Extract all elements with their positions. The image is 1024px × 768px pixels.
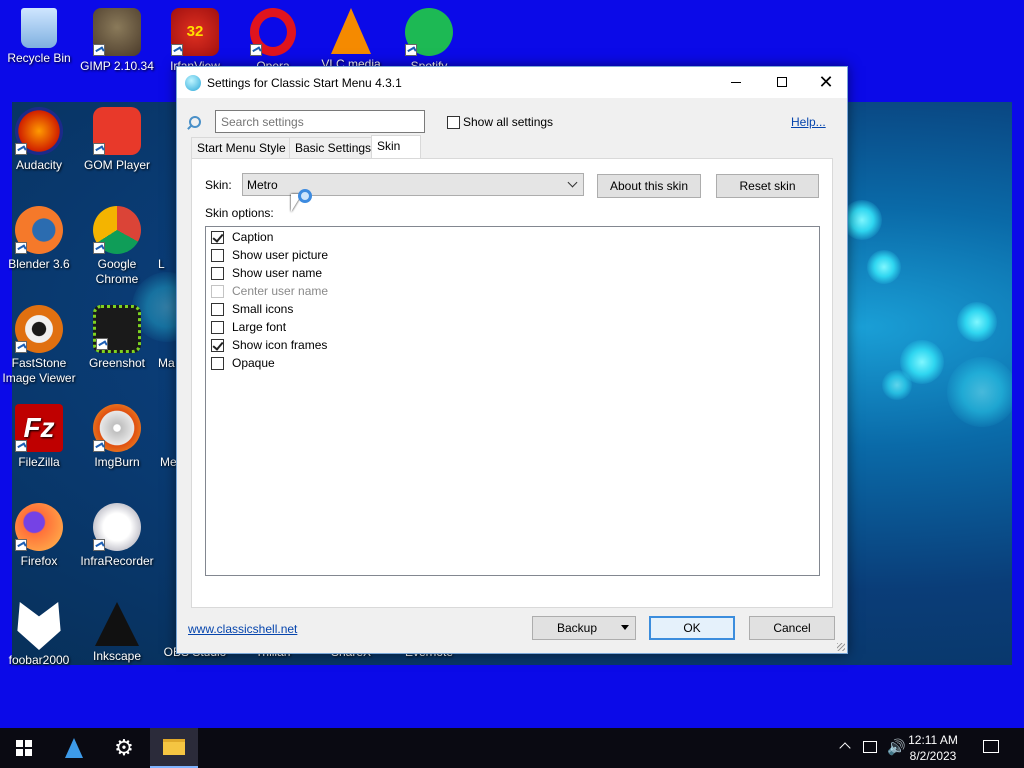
help-link[interactable]: Help... [791,115,826,129]
gear-icon: ⚙ [114,735,134,760]
option-checkbox [211,284,224,298]
close-icon: ✕ [818,72,834,92]
option-center-user-name: Center user name [211,282,328,300]
option-checkbox[interactable] [211,320,224,334]
audacity-icon [15,107,63,155]
chevron-up-icon[interactable] [839,742,851,754]
backup-button[interactable]: Backup [532,616,636,640]
desktop-icon-greenshot[interactable]: Greenshot [78,305,156,371]
skin-options-list[interactable]: Caption Show user picture Show user name… [205,226,820,576]
firefox-icon [15,503,63,551]
taskbar-settings[interactable]: ⚙ [100,728,148,768]
title-bar[interactable]: Settings for Classic Start Menu 4.3.1 ✕ [177,67,847,98]
desktop-icon-imgburn[interactable]: ImgBurn [78,404,156,470]
maximize-button[interactable] [759,67,805,97]
filezilla-icon: Fz [15,404,63,452]
minimize-button[interactable] [713,67,759,97]
imgburn-icon [93,404,141,452]
system-clock[interactable]: 12:11 AM 8/2/2023 [898,732,968,764]
opera-icon [250,8,296,56]
foobar2000-icon [17,602,61,650]
desktop-icon-spotify[interactable]: Spotify [390,8,468,74]
desktop-icon-recycle-bin[interactable]: Recycle Bin [0,8,78,66]
option-show-user-name[interactable]: Show user name [211,264,322,282]
skin-label: Skin: [205,178,232,192]
folder-icon [163,739,185,755]
option-large-font[interactable]: Large font [211,318,286,336]
ok-button[interactable]: OK [649,616,735,640]
desktop-icon-filezilla[interactable]: Fz FileZilla [0,404,78,470]
recycle-bin-icon [21,8,57,48]
option-checkbox[interactable] [211,338,224,352]
option-opaque[interactable]: Opaque [211,354,275,372]
desktop-icon-blender[interactable]: Blender 3.6 [0,206,78,272]
option-checkbox[interactable] [211,356,224,370]
reset-skin-button[interactable]: Reset skin [716,174,819,198]
classic-shell-icon [65,738,83,758]
show-all-settings-checkbox[interactable]: Show all settings [447,115,553,129]
taskbar-file-explorer[interactable] [150,728,198,768]
option-small-icons[interactable]: Small icons [211,300,293,318]
skin-tab-panel: Skin: Metro About this skin Reset skin S… [191,158,833,608]
greenshot-icon [93,305,141,353]
tab-basic-settings[interactable]: Basic Settings [289,137,378,159]
desktop-icon-chrome[interactable]: Google Chrome [78,206,156,287]
desktop-icon-foobar2000[interactable]: foobar2000 [0,602,78,668]
option-checkbox[interactable] [211,302,224,316]
gimp-icon [93,8,141,56]
show-all-checkbox-box[interactable] [447,115,460,129]
desktop-icon-inkscape[interactable]: Inkscape [78,602,156,664]
settings-window: Settings for Classic Start Menu 4.3.1 ✕ … [176,66,848,654]
option-caption[interactable]: Caption [211,228,273,246]
desktop-icon-firefox[interactable]: Firefox [0,503,78,569]
option-checkbox[interactable] [211,248,224,262]
windows-icon [16,740,32,756]
start-button[interactable] [0,728,48,768]
window-title: Settings for Classic Start Menu 4.3.1 [207,75,402,90]
desktop-icon-opera[interactable]: Opera [234,8,312,74]
network-icon[interactable] [863,741,877,753]
chrome-icon [93,206,141,254]
search-input[interactable] [215,110,425,133]
app-icon [185,74,201,91]
dropdown-arrow-icon [621,625,629,630]
option-show-user-picture[interactable]: Show user picture [211,246,328,264]
skin-options-label: Skin options: [205,206,274,220]
cancel-button[interactable]: Cancel [749,616,835,640]
chevron-down-icon [567,177,578,188]
close-button[interactable]: ✕ [803,67,849,97]
about-skin-button[interactable]: About this skin [597,174,701,198]
irfanview-icon: 32 [171,8,219,56]
busy-cursor-icon [298,189,312,203]
desktop-icon-gimp[interactable]: GIMP 2.10.34 [78,8,156,74]
desktop-icon-faststone[interactable]: FastStone Image Viewer [0,305,78,386]
desktop-icon-partial-1[interactable]: L [158,257,178,272]
tab-start-menu-style[interactable]: Start Menu Style [191,137,292,159]
infrarecorder-icon [93,503,141,551]
desktop-icon-gom-player[interactable]: GOM Player [78,107,156,173]
inkscape-icon [95,602,139,646]
taskbar: ⚙ 🔊 12:11 AM 8/2/2023 [0,728,1024,768]
faststone-icon [15,305,63,353]
vlc-icon [331,8,371,54]
resize-grip-icon[interactable] [837,643,845,651]
desktop-icon-vlc[interactable]: VLC media [312,8,390,72]
notification-icon[interactable] [983,740,999,753]
taskbar-classic-shell[interactable] [50,728,98,768]
option-show-icon-frames[interactable]: Show icon frames [211,336,327,354]
desktop-icon-partial-2[interactable]: Ma [158,356,178,371]
gom-player-icon [93,107,141,155]
spotify-icon [405,8,453,56]
maximize-icon [777,77,787,87]
desktop-icon-audacity[interactable]: Audacity [0,107,78,173]
tab-skin[interactable]: Skin [371,135,421,159]
minimize-icon [731,81,741,83]
option-checkbox[interactable] [211,230,224,244]
classicshell-website-link[interactable]: www.classicshell.net [188,622,297,636]
desktop-icon-infrarecorder[interactable]: InfraRecorder [78,503,156,569]
blender-icon [15,206,63,254]
option-checkbox[interactable] [211,266,224,280]
desktop-icon-irfanview[interactable]: 32 IrfanView [156,8,234,74]
skin-dropdown[interactable]: Metro [242,173,584,196]
